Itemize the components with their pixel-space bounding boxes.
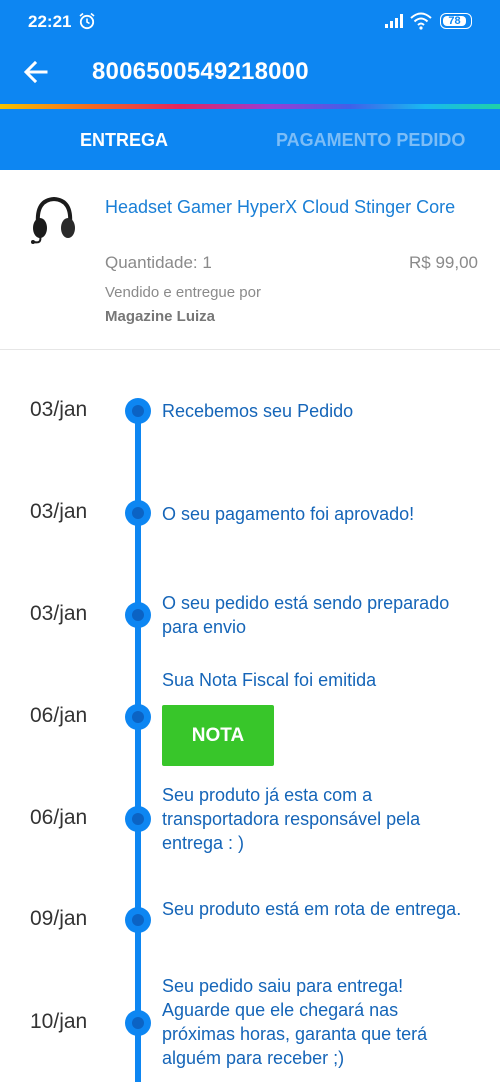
seller-name: Magazine Luiza — [105, 308, 216, 325]
wifi-icon — [410, 12, 432, 30]
timeline-date: 03/jan — [30, 500, 88, 523]
signal-icon — [385, 14, 403, 28]
timeline-dot — [125, 806, 151, 832]
status-time: 22:21 — [28, 12, 72, 31]
timeline-dot — [125, 1010, 151, 1036]
timeline-status-text: Seu pedido saiu para entrega! Aguarde qu… — [162, 976, 428, 1068]
timeline-date: 06/jan — [30, 704, 88, 727]
alarm-icon — [79, 12, 95, 30]
timeline-date: 03/jan — [30, 602, 88, 625]
timeline-status-text: Seu produto já esta com a transportadora… — [162, 785, 421, 853]
timeline-date: 09/jan — [30, 907, 88, 930]
timeline-dot — [125, 704, 151, 730]
timeline-date: 06/jan — [30, 806, 88, 829]
product-card: Headset Gamer HyperX Cloud Stinger Core … — [0, 170, 500, 350]
timeline-status-text: O seu pagamento foi aprovado! — [162, 504, 415, 524]
battery-icon: 78 — [440, 13, 472, 29]
status-bar: 22:21 78 — [0, 0, 500, 44]
timeline-date: 03/jan — [30, 398, 88, 421]
timeline-status-text: Recebemos seu Pedido — [162, 401, 354, 421]
product-name-link[interactable]: Headset Gamer HyperX Cloud Stinger Core — [105, 195, 475, 219]
tab-entrega[interactable]: ENTREGA — [80, 109, 168, 170]
product-price: R$ 99,00 — [409, 253, 478, 272]
arrow-left-icon[interactable] — [22, 58, 50, 86]
app-header: 8006500549218000 — [0, 44, 500, 104]
timeline-status-text: Sua Nota Fiscal foi emitida — [162, 670, 377, 690]
tab-bar: ENTREGA PAGAMENTO PEDIDO — [0, 109, 500, 170]
order-number: 8006500549218000 — [92, 58, 309, 85]
product-quantity: Quantidade: 1 — [105, 253, 212, 272]
tab-pagamento-pedido[interactable]: PAGAMENTO PEDIDO — [276, 109, 465, 170]
timeline-status-text: Seu produto está em rota de entrega. — [162, 899, 462, 919]
timeline-dot — [125, 602, 151, 628]
battery-level: 78 — [443, 16, 466, 27]
timeline-dot — [125, 907, 151, 933]
seller-label: Vendido e entregue por — [105, 284, 261, 301]
headset-product-image[interactable] — [30, 194, 78, 248]
timeline-dot — [125, 500, 151, 526]
timeline-date: 10/jan — [30, 1010, 88, 1033]
timeline-status-text: O seu pedido está sendo preparado para e… — [162, 593, 450, 637]
nota-button[interactable]: NOTA — [162, 705, 274, 766]
timeline-dot — [125, 398, 151, 424]
